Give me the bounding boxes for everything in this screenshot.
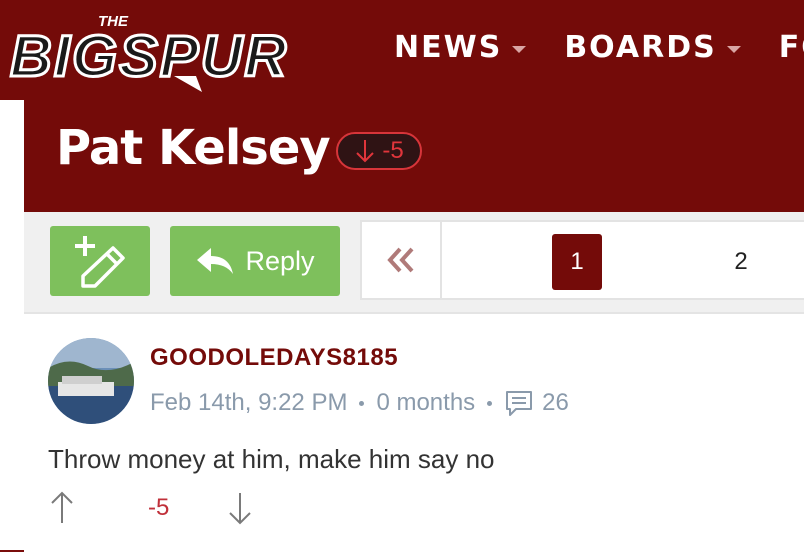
- site-logo[interactable]: THE BIGSPUR: [6, 10, 356, 92]
- page-gutter: [0, 100, 24, 550]
- page-link-current[interactable]: 1: [552, 234, 602, 290]
- pagination-first-button[interactable]: [362, 222, 442, 298]
- post-age: 0 months: [376, 389, 476, 416]
- page-link[interactable]: 2: [716, 234, 766, 290]
- separator-dot: [487, 400, 493, 406]
- pagination: 1 2: [360, 220, 804, 300]
- nav-label: NEWS: [394, 30, 503, 65]
- nav-label: FO: [778, 30, 804, 65]
- post-username[interactable]: GOODOLEDAYS8185: [150, 344, 398, 372]
- downvote-icon[interactable]: [226, 490, 254, 526]
- post-meta: Feb 14th, 9:22 PM 0 months 26: [150, 388, 569, 418]
- logo-main-text: BIGSPUR: [10, 24, 288, 89]
- reply-count: 26: [542, 389, 569, 416]
- avatar[interactable]: [48, 338, 134, 424]
- page-title: Pat Kelsey: [56, 120, 331, 176]
- nav-label: BOARDS: [564, 30, 717, 65]
- thread-header: Pat Kelsey -5: [24, 100, 804, 212]
- post-votes: -5: [48, 490, 251, 530]
- bigspur-logo: THE BIGSPUR: [9, 13, 288, 92]
- nav-item-fo[interactable]: FO: [779, 30, 804, 65]
- upvote-icon[interactable]: [48, 490, 76, 526]
- thread-vote-score: -5: [382, 137, 404, 164]
- chevron-down-icon: [726, 46, 741, 53]
- comment-icon: [506, 391, 533, 416]
- double-chevron-left-icon: [387, 247, 414, 273]
- chevron-down-icon: [512, 46, 527, 53]
- main-nav: NEWS BOARDS FO: [394, 30, 804, 65]
- post-card: GOODOLEDAYS8185 Feb 14th, 9:22 PM 0 mont…: [24, 312, 804, 552]
- post-body: Throw money at him, make him say no: [48, 444, 495, 474]
- thread-vote-badge: -5: [336, 132, 422, 170]
- plus-pencil-icon: [75, 236, 125, 288]
- nav-item-boards[interactable]: BOARDS: [564, 30, 741, 65]
- thread-toolbar: Reply 1 2: [24, 212, 804, 312]
- user-avatar-image: [48, 338, 134, 424]
- reply-button[interactable]: Reply: [170, 226, 340, 296]
- reply-label: Reply: [245, 245, 315, 276]
- arrow-down-icon: [356, 140, 375, 163]
- nav-item-news[interactable]: NEWS: [394, 30, 527, 65]
- new-post-button[interactable]: [50, 226, 150, 296]
- separator-dot: [359, 400, 365, 406]
- reply-arrow-icon: [197, 248, 234, 274]
- post-date: Feb 14th, 9:22 PM: [150, 389, 348, 416]
- post-score: -5: [148, 494, 170, 521]
- top-header: THE BIGSPUR NEWS BOARDS FO: [0, 0, 804, 100]
